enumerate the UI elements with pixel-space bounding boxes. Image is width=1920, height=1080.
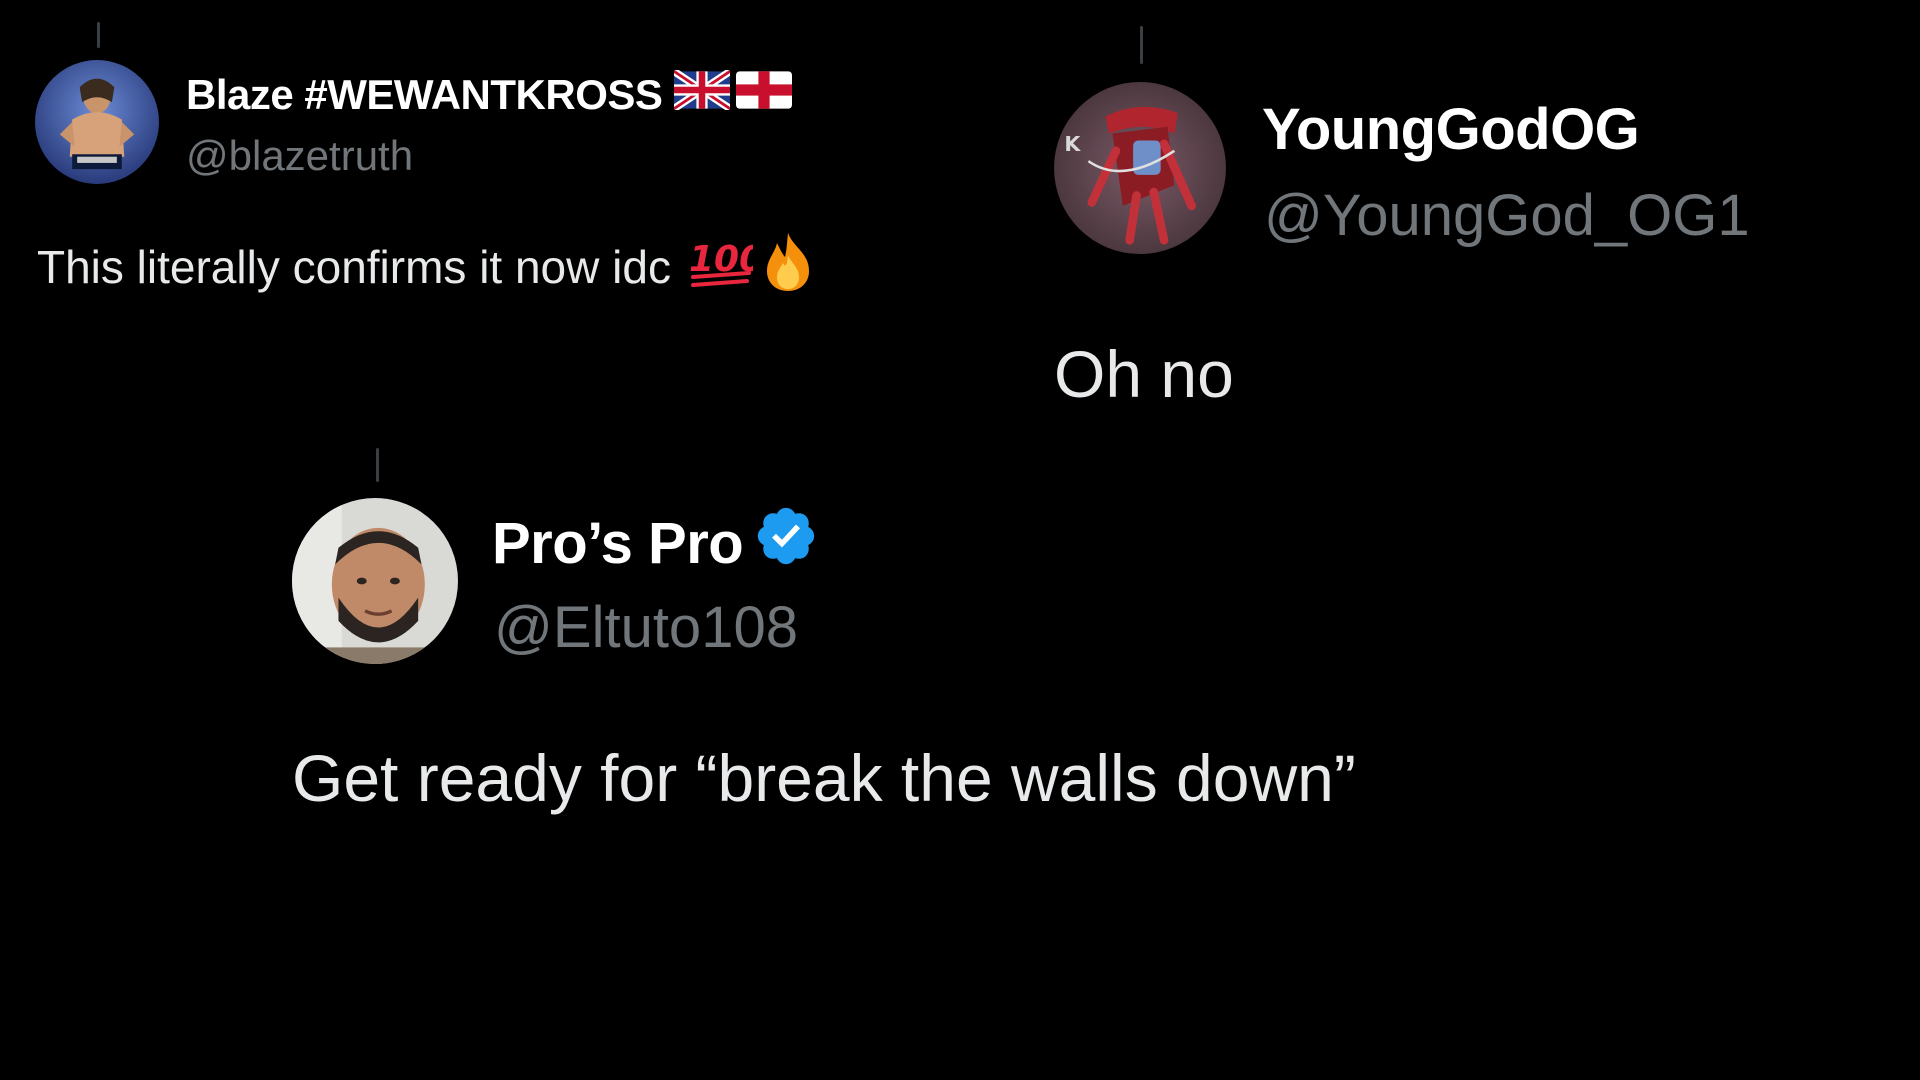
display-name-text: Blaze #WEWANTKROSS (186, 71, 663, 118)
union-jack-flag-icon (672, 68, 733, 120)
hundred-points-icon: 100 (687, 233, 764, 302)
post-text-content: This literally confirms it now idc (37, 241, 671, 293)
thread-connector-line (376, 448, 379, 482)
avatar-image-person (292, 498, 458, 664)
avatar-image-wrestler (35, 60, 159, 184)
england-flag-icon (736, 70, 793, 120)
handle[interactable]: @YoungGod_OG1 (1264, 182, 1750, 249)
post-text: Get ready for “break the walls down” (292, 741, 1356, 815)
fire-icon (759, 231, 817, 304)
handle[interactable]: @blazetruth (186, 132, 413, 180)
thread-connector-line (1140, 26, 1143, 64)
avatar[interactable] (35, 60, 159, 184)
svg-text:K: K (1064, 132, 1081, 156)
post-text: Oh no (1054, 337, 1234, 411)
handle[interactable]: @Eltuto108 (494, 594, 798, 661)
display-name[interactable]: YoungGodOG (1262, 94, 1640, 164)
verified-badge-icon (753, 503, 819, 583)
avatar[interactable]: K (1054, 82, 1226, 254)
display-name[interactable]: Blaze #WEWANTKROSS (186, 68, 793, 122)
display-name[interactable]: Pro’s Pro (492, 507, 819, 578)
post-text: This literally confirms it now idc 100 (37, 232, 817, 296)
avatar[interactable] (292, 498, 458, 664)
avatar-image-character: K (1054, 82, 1226, 254)
thread-connector-line (97, 22, 100, 48)
display-name-text: Pro’s Pro (492, 510, 744, 576)
